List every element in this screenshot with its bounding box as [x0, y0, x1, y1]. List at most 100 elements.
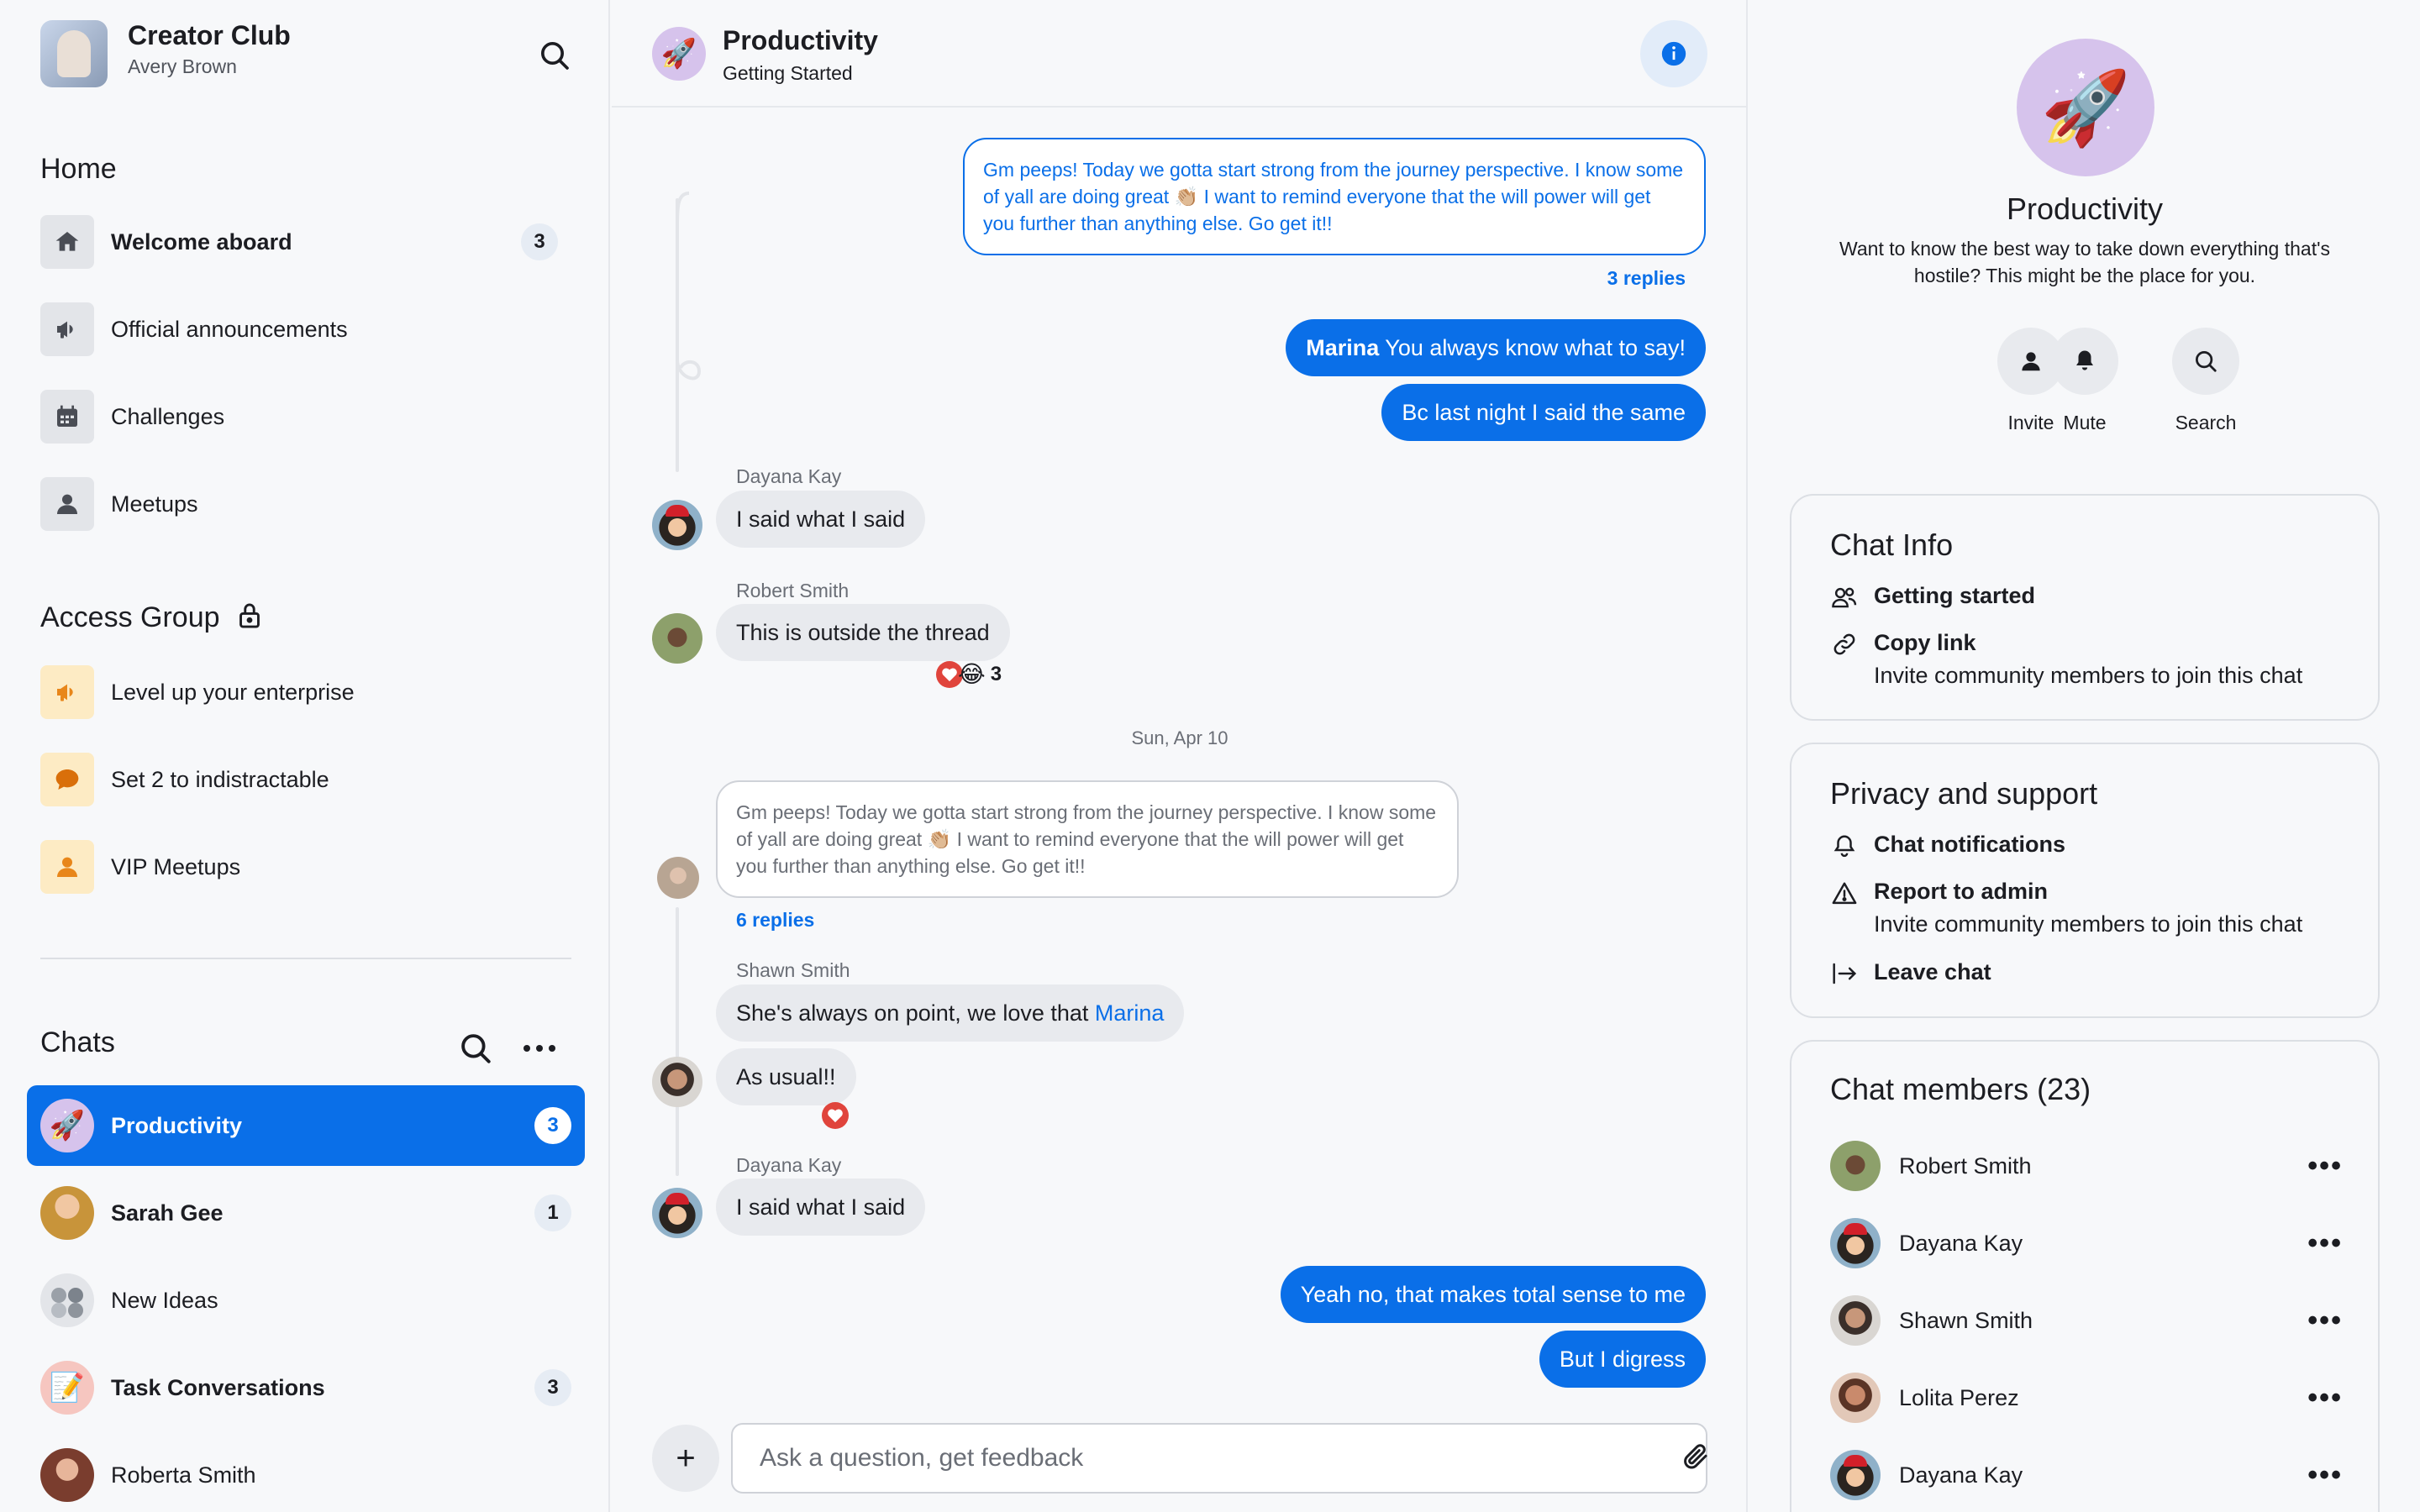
- avatar[interactable]: [652, 1057, 702, 1107]
- chat-item-task-conversations[interactable]: 📝 Task Conversations 3: [27, 1347, 585, 1428]
- message-bubble-incoming[interactable]: I said what I said: [716, 491, 926, 548]
- sender-name: Robert Smith: [736, 580, 850, 601]
- member-row[interactable]: Dayana Kay •••: [1830, 1216, 2351, 1270]
- mention[interactable]: Marina: [1095, 1000, 1165, 1026]
- getting-started-row[interactable]: Getting started: [1830, 583, 2035, 612]
- avatar: [1830, 1141, 1881, 1191]
- message-bubble-outgoing-quote[interactable]: Gm peeps! Today we gotta start strong fr…: [963, 138, 1706, 255]
- search-button[interactable]: Search: [2151, 328, 2260, 434]
- copy-link-row[interactable]: Copy link Invite community members to jo…: [1830, 630, 2302, 689]
- member-row[interactable]: Shawn Smith •••: [1830, 1294, 2351, 1347]
- member-name: Robert Smith: [1899, 1152, 2032, 1179]
- message-bubble-outgoing[interactable]: Yeah no, that makes total sense to me: [1280, 1266, 1706, 1323]
- message-bubble-incoming[interactable]: She's always on point, we love that Mari…: [716, 984, 1185, 1042]
- workspace-avatar[interactable]: [40, 20, 108, 87]
- message-bubble-incoming[interactable]: As usual!!: [716, 1048, 856, 1105]
- sidebar-item-welcome-aboard[interactable]: Welcome aboard 3: [40, 212, 571, 272]
- sidebar-item-set-2[interactable]: Set 2 to indistractable: [40, 749, 571, 810]
- chats-search-icon[interactable]: [454, 1026, 497, 1070]
- member-name: Dayana Kay: [1899, 1230, 2023, 1256]
- mention[interactable]: Marina: [1306, 335, 1379, 360]
- member-name: Dayana Kay: [1899, 1462, 2023, 1488]
- sidebar-item-label: Set 2 to indistractable: [111, 766, 329, 792]
- member-row[interactable]: Robert Smith •••: [1830, 1139, 2351, 1193]
- sidebar-item-label: Meetups: [111, 491, 198, 517]
- info-button[interactable]: [1640, 20, 1707, 87]
- message-bubble-incoming[interactable]: This is outside the thread: [716, 604, 1010, 661]
- sidebar-item-level-up[interactable]: Level up your enterprise: [40, 662, 571, 722]
- member-name: Shawn Smith: [1899, 1307, 2033, 1333]
- message-input[interactable]: [731, 1423, 1707, 1494]
- avatar[interactable]: [652, 613, 702, 664]
- message-bubble-incoming[interactable]: I said what I said: [716, 1179, 926, 1236]
- sidebar-item-vip-meetups[interactable]: VIP Meetups: [40, 837, 571, 897]
- chat-notifications-row[interactable]: Chat notifications: [1830, 832, 2065, 860]
- member-name: Lolita Perez: [1899, 1384, 2019, 1410]
- replies-link[interactable]: 3 replies: [1607, 267, 1686, 290]
- more-icon[interactable]: [518, 1026, 561, 1070]
- workspace-title: Creator Club: [128, 20, 291, 50]
- chat-item-new-ideas[interactable]: New Ideas: [27, 1260, 585, 1341]
- report-admin-row[interactable]: Report to admin Invite community members…: [1830, 879, 2302, 937]
- sidebar-item-meetups[interactable]: Meetups: [40, 474, 571, 534]
- date-separator: Sun, Apr 10: [1131, 727, 1228, 748]
- avatar: [40, 1448, 94, 1502]
- more-icon[interactable]: •••: [2307, 1150, 2343, 1183]
- avatar[interactable]: [657, 857, 699, 899]
- replies-link[interactable]: 6 replies: [736, 909, 814, 932]
- chat-item-sarah-gee[interactable]: Sarah Gee 1: [27, 1173, 585, 1253]
- unread-count-badge: 3: [521, 223, 558, 260]
- search-icon[interactable]: [534, 35, 575, 76]
- more-icon[interactable]: •••: [2307, 1382, 2343, 1415]
- member-row[interactable]: Lolita Perez •••: [1830, 1371, 2351, 1425]
- avatar: [1830, 1218, 1881, 1268]
- message-bubble-incoming-quote[interactable]: Gm peeps! Today we gotta start strong fr…: [716, 780, 1459, 898]
- paperclip-icon[interactable]: [1681, 1440, 1711, 1478]
- sidebar-item-label: Official announcements: [111, 316, 348, 342]
- sender-name: Shawn Smith: [736, 959, 850, 981]
- users-icon: [1830, 583, 1859, 612]
- card-title: Chat members (23): [1830, 1072, 2091, 1106]
- chat-info-card: Chat Info Getting started Copy link Invi…: [1790, 494, 2380, 721]
- avatar: [1830, 1450, 1881, 1500]
- mute-button[interactable]: Mute: [2030, 328, 2139, 434]
- message-bubble-outgoing[interactable]: Bc last night I said the same: [1381, 384, 1706, 441]
- leave-icon: [1830, 959, 1859, 988]
- chat-item-label: Task Conversations: [111, 1374, 325, 1400]
- rocket-icon: 🚀: [652, 27, 706, 81]
- avatar[interactable]: [652, 500, 702, 550]
- reactions[interactable]: [822, 1102, 849, 1129]
- rocket-icon: 🚀: [2017, 39, 2154, 176]
- row-subtitle: Invite community members to join this ch…: [1874, 663, 2303, 688]
- privacy-card: Privacy and support Chat notifications R…: [1790, 743, 2380, 1018]
- sidebar: Creator Club Avery Brown Home Welcome ab…: [0, 0, 610, 1512]
- home-icon: [40, 215, 94, 269]
- access-group-title: Access Group: [40, 601, 263, 638]
- avatar[interactable]: [652, 1188, 702, 1238]
- more-icon[interactable]: •••: [2307, 1305, 2343, 1337]
- group-avatar: [40, 1273, 94, 1327]
- plus-icon[interactable]: +: [652, 1425, 719, 1492]
- details-panel: 🚀 Productivity Want to know the best way…: [1749, 0, 2420, 1512]
- row-title: Getting started: [1874, 583, 2036, 608]
- person-icon: [40, 477, 94, 531]
- sidebar-item-official-announcements[interactable]: Official announcements: [40, 299, 571, 360]
- details-description: Want to know the best way to take down e…: [1839, 238, 2330, 286]
- chat-item-label: Roberta Smith: [111, 1462, 256, 1488]
- reactions[interactable]: 😂 3: [936, 660, 1002, 688]
- workspace-user: Avery Brown: [128, 55, 237, 77]
- access-group-title-text: Access Group: [40, 601, 220, 633]
- more-icon[interactable]: •••: [2307, 1227, 2343, 1260]
- avatar: [40, 1186, 94, 1240]
- link-icon: [1830, 630, 1859, 659]
- sidebar-item-challenges[interactable]: Challenges: [40, 386, 571, 447]
- more-icon[interactable]: •••: [2307, 1459, 2343, 1492]
- chat-item-roberta-smith[interactable]: Roberta Smith: [27, 1435, 585, 1512]
- leave-chat-row[interactable]: Leave chat: [1830, 959, 1991, 988]
- message-bubble-outgoing[interactable]: But I digress: [1539, 1331, 1706, 1388]
- member-row[interactable]: Dayana Kay •••: [1830, 1448, 2351, 1502]
- row-title: Chat notifications: [1874, 832, 2065, 857]
- chat-item-productivity[interactable]: 🚀 Productivity 3: [27, 1085, 585, 1166]
- chats-section-title: Chats: [40, 1026, 115, 1058]
- message-bubble-outgoing[interactable]: Marina You always know what to say!: [1286, 319, 1706, 376]
